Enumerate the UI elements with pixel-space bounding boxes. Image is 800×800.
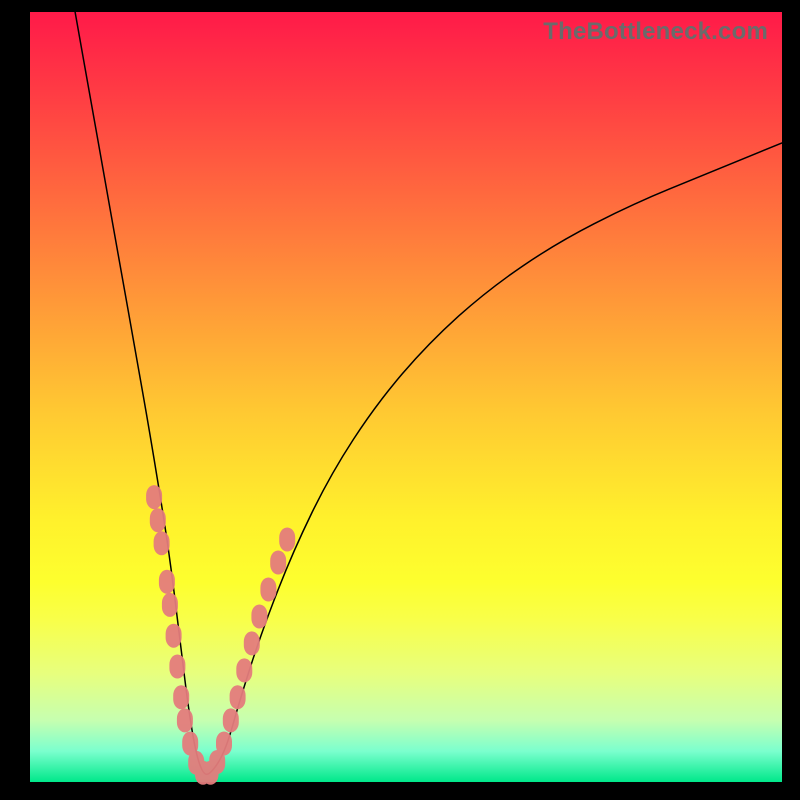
- curve-marker: [146, 485, 162, 509]
- curve-marker: [251, 605, 267, 629]
- curve-marker: [244, 631, 260, 655]
- curve-marker: [173, 685, 189, 709]
- curve-marker: [162, 593, 178, 617]
- curve-marker: [177, 708, 193, 732]
- curve-marker: [230, 685, 246, 709]
- curve-marker: [216, 732, 232, 756]
- curve-marker: [223, 708, 239, 732]
- curve-marker: [270, 551, 286, 575]
- curve-marker: [279, 528, 295, 552]
- marker-cluster: [146, 485, 295, 785]
- curve-marker: [260, 578, 276, 602]
- curve-marker: [159, 570, 175, 594]
- chart-frame: TheBottleneck.com: [30, 12, 782, 782]
- curve-marker: [169, 655, 185, 679]
- curve-marker: [236, 658, 252, 682]
- curve-marker: [166, 624, 182, 648]
- curve-marker: [154, 531, 170, 555]
- chart-svg: [30, 12, 782, 782]
- curve-marker: [150, 508, 166, 532]
